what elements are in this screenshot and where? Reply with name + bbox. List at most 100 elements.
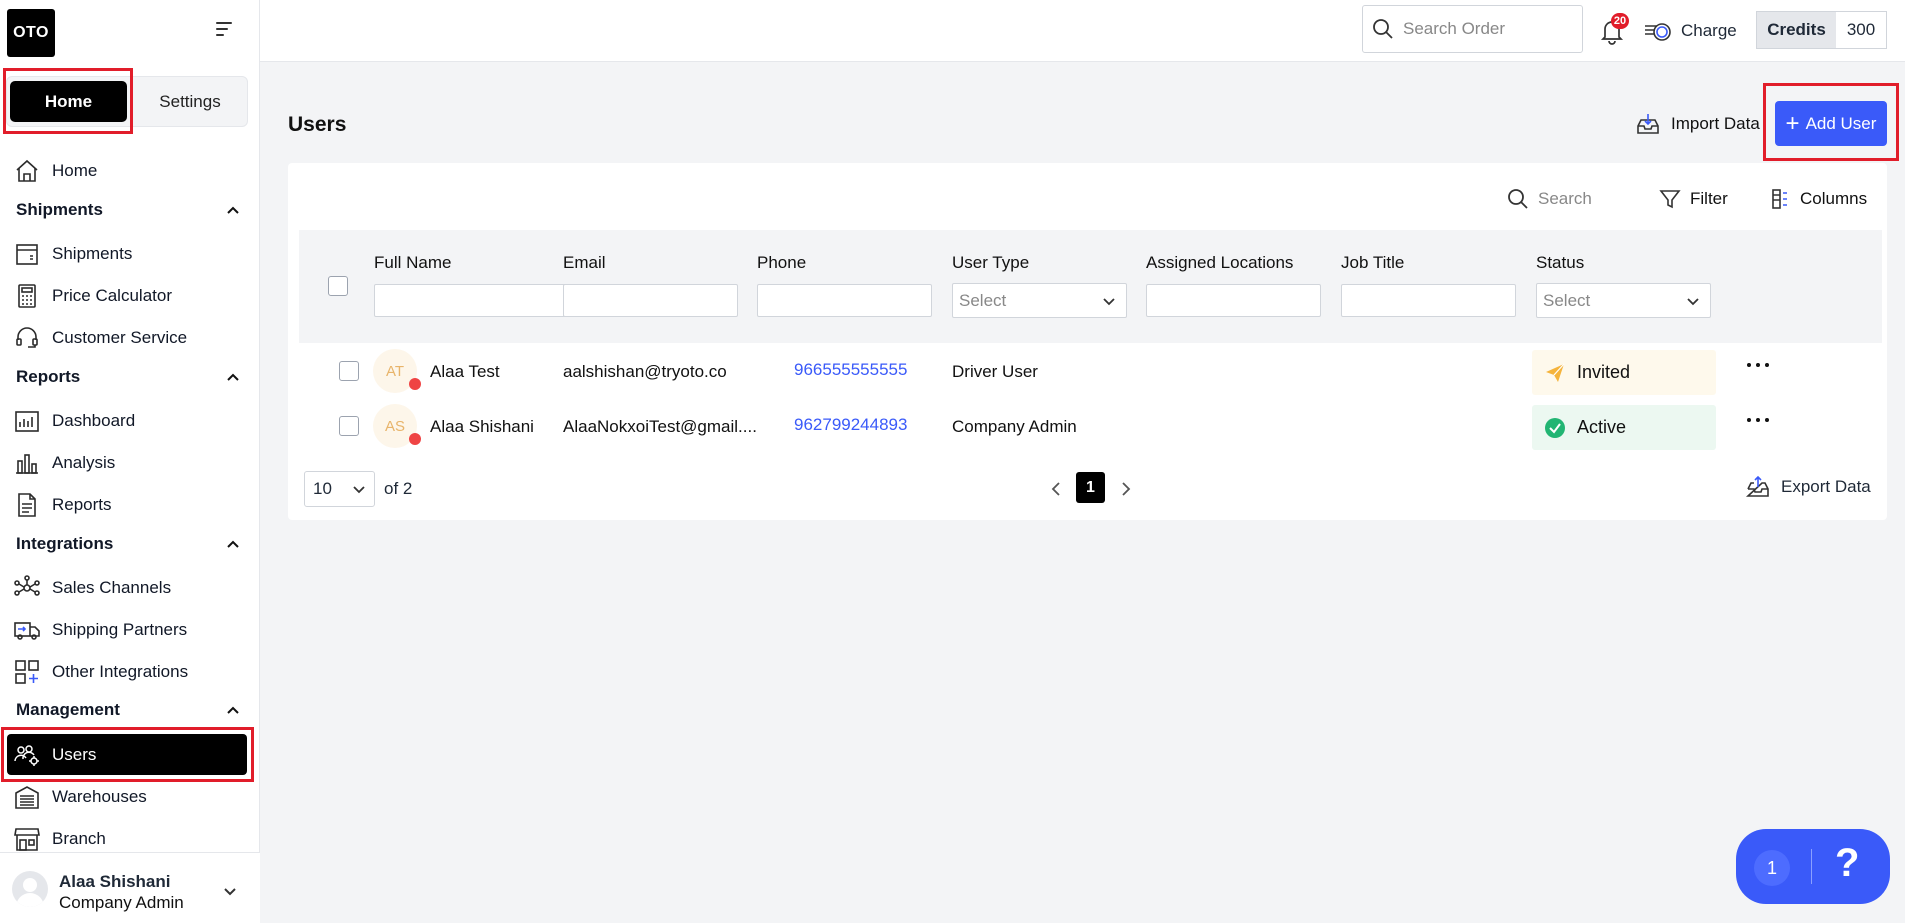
sidebar-item-shipments[interactable]: Shipments bbox=[0, 233, 260, 275]
sidebar-item-label: Users bbox=[52, 744, 97, 764]
search-order-field[interactable] bbox=[1362, 5, 1583, 53]
section-title: Integrations bbox=[16, 534, 114, 553]
user-phone-link[interactable]: 966555555555 bbox=[794, 360, 907, 380]
sidebar-item-reports[interactable]: Reports bbox=[0, 484, 260, 526]
sidebar-item-label: Price Calculator bbox=[52, 286, 172, 305]
user-phone-link[interactable]: 962799244893 bbox=[794, 415, 907, 435]
calculator-icon bbox=[13, 282, 41, 310]
users-gear-icon bbox=[13, 741, 41, 769]
charge-button[interactable]: Charge bbox=[1643, 16, 1737, 46]
sidebar-item-price-calculator[interactable]: Price Calculator bbox=[0, 275, 260, 317]
chevron-down-icon bbox=[1103, 297, 1115, 305]
row-checkbox[interactable] bbox=[339, 361, 359, 381]
table-search[interactable]: Search bbox=[1506, 185, 1592, 213]
dashboard-chart-icon bbox=[13, 407, 41, 435]
export-data-button[interactable]: Export Data bbox=[1745, 473, 1871, 501]
columns-button[interactable]: Columns bbox=[1768, 185, 1867, 213]
section-title: Shipments bbox=[16, 200, 103, 219]
user-avatar bbox=[12, 871, 48, 907]
column-status[interactable]: Status bbox=[1536, 253, 1584, 273]
phone-filter-input[interactable] bbox=[757, 284, 932, 317]
page-size-select[interactable]: 10 bbox=[304, 471, 375, 507]
mode-settings-button[interactable]: Settings bbox=[134, 81, 246, 122]
row-checkbox[interactable] bbox=[339, 416, 359, 436]
mode-home-button[interactable]: Home bbox=[10, 81, 127, 122]
credits-value: 300 bbox=[1836, 12, 1886, 48]
columns-icon bbox=[1772, 189, 1787, 209]
box-icon bbox=[13, 240, 41, 268]
sidebar-item-label: Warehouses bbox=[52, 787, 147, 806]
sidebar-section-integrations[interactable]: Integrations bbox=[16, 532, 240, 556]
select-all-checkbox[interactable] bbox=[328, 276, 348, 296]
table-row[interactable]: AT Alaa Test aalshishan@tryoto.co 966555… bbox=[299, 343, 1882, 398]
sidebar-section-shipments[interactable]: Shipments bbox=[16, 198, 240, 222]
column-phone[interactable]: Phone bbox=[757, 253, 806, 273]
sidebar-item-label: Analysis bbox=[52, 453, 116, 472]
table-row[interactable]: AS Alaa Shishani AlaaNokxoiTest@gmail...… bbox=[299, 398, 1882, 453]
sidebar-item-label: Other Integrations bbox=[52, 662, 189, 681]
truck-icon bbox=[13, 616, 41, 644]
users-table-card: Search Filter Columns Full Name Email Ph… bbox=[288, 163, 1887, 520]
house-icon bbox=[13, 157, 41, 185]
status-label: Active bbox=[1577, 417, 1627, 437]
chevron-left-icon[interactable] bbox=[1048, 478, 1064, 500]
oto-logo[interactable]: OTO bbox=[7, 9, 55, 57]
sidebar-collapse-icon[interactable] bbox=[216, 20, 238, 40]
sidebar-item-analysis[interactable]: Analysis bbox=[0, 442, 260, 484]
columns-label: Columns bbox=[1800, 189, 1868, 208]
plus-icon: + bbox=[1785, 109, 1800, 137]
email-filter-input[interactable] bbox=[563, 284, 738, 317]
chevron-down-icon[interactable] bbox=[222, 883, 238, 899]
status-filter-select[interactable]: Select bbox=[1536, 283, 1711, 318]
sidebar-item-warehouses[interactable]: Warehouses bbox=[0, 776, 260, 818]
sidebar-item-label: Sales Channels bbox=[52, 578, 172, 597]
column-job-title[interactable]: Job Title bbox=[1341, 253, 1404, 273]
chevron-down-icon bbox=[353, 486, 365, 494]
sidebar-item-sales-channels[interactable]: Sales Channels bbox=[0, 567, 260, 609]
add-user-button[interactable]: + Add User bbox=[1775, 101, 1887, 146]
column-full-name[interactable]: Full Name bbox=[374, 253, 451, 273]
job-title-filter-input[interactable] bbox=[1341, 284, 1516, 317]
sidebar-item-other-integrations[interactable]: Other Integrations bbox=[0, 651, 260, 693]
column-user-type[interactable]: User Type bbox=[952, 253, 1029, 273]
filter-button[interactable]: Filter bbox=[1658, 185, 1728, 213]
question-mark-icon: ? bbox=[1835, 841, 1860, 885]
column-email[interactable]: Email bbox=[563, 253, 606, 273]
sidebar-section-reports[interactable]: Reports bbox=[16, 365, 240, 389]
sidebar-section-management[interactable]: Management bbox=[16, 698, 240, 722]
user-type-filter-select[interactable]: Select bbox=[952, 283, 1127, 318]
sidebar-item-label: Shipments bbox=[52, 244, 133, 263]
sidebar-item-home[interactable]: Home bbox=[0, 150, 260, 192]
assigned-locations-filter-input[interactable] bbox=[1146, 284, 1321, 317]
select-placeholder: Select bbox=[1543, 290, 1591, 310]
export-tray-icon bbox=[1745, 475, 1769, 497]
user-full-name: Alaa Shishani bbox=[430, 417, 534, 436]
check-circle-icon bbox=[1545, 417, 1565, 438]
page-title: Users bbox=[288, 113, 347, 136]
section-title: Management bbox=[16, 700, 120, 719]
help-widget[interactable]: 1 ? bbox=[1736, 829, 1890, 904]
row-more-icon[interactable] bbox=[1747, 415, 1769, 425]
chevron-right-icon[interactable] bbox=[1118, 478, 1134, 500]
row-more-icon[interactable] bbox=[1747, 360, 1769, 370]
current-user-card[interactable]: Alaa Shishani Company Admin bbox=[0, 852, 260, 923]
import-data-button[interactable]: Import Data bbox=[1635, 110, 1760, 138]
chevron-up-icon bbox=[227, 206, 239, 214]
network-icon bbox=[13, 574, 41, 602]
sidebar-item-label: Customer Service bbox=[52, 328, 188, 347]
user-role: Company Admin bbox=[59, 893, 184, 912]
search-order-input[interactable] bbox=[1403, 19, 1573, 39]
sidebar-item-dashboard[interactable]: Dashboard bbox=[0, 400, 260, 442]
chevron-up-icon bbox=[227, 706, 239, 714]
filter-label: Filter bbox=[1690, 189, 1728, 208]
chevron-up-icon bbox=[227, 540, 239, 548]
sidebar-item-customer-service[interactable]: Customer Service bbox=[0, 317, 260, 359]
page-number-button[interactable]: 1 bbox=[1076, 472, 1105, 503]
coins-icon bbox=[1645, 23, 1671, 41]
credits-display: Credits 300 bbox=[1756, 11, 1887, 49]
column-assigned-locations[interactable]: Assigned Locations bbox=[1146, 253, 1293, 273]
sidebar-item-shipping-partners[interactable]: Shipping Partners bbox=[0, 609, 260, 651]
document-icon bbox=[13, 491, 41, 519]
full-name-filter-input[interactable] bbox=[374, 284, 586, 317]
sidebar-item-users[interactable]: Users bbox=[7, 734, 247, 775]
